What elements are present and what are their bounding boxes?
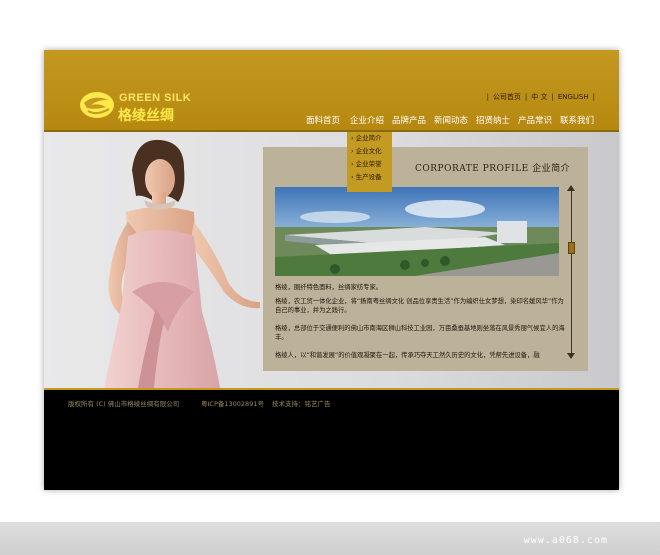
model-image xyxy=(104,139,260,388)
profile-paragraph-1: 格绫，圈纤特色面料，丝绸家纺专家。 xyxy=(275,284,383,291)
scrollbar-track[interactable] xyxy=(571,189,572,357)
top-link-english[interactable]: ENGLISH xyxy=(558,93,589,101)
profile-paragraph-2: 格绫，农工贸一体化企业，将“扬南粤丝绸文化 创品位享贵生活”作为编织仕女梦想，染… xyxy=(275,298,564,314)
footer-tech-support[interactable]: 技术支持：铭艺广告 xyxy=(272,398,331,408)
nav-item-about[interactable]: 企业介绍 xyxy=(350,114,384,126)
logo-text-cn: 格绫丝绸 xyxy=(118,108,174,124)
top-link-chinese[interactable]: 中 文 xyxy=(531,93,547,101)
header-bar: GREEN SILK 格绫丝绸 | 公司首页 | 中 文 | ENGLISH | 面料首页 … xyxy=(44,50,619,130)
logo[interactable]: GREEN SILK 格绫丝绸 xyxy=(79,90,194,124)
watermark: www.a068.com xyxy=(523,535,608,546)
nav-item-news[interactable]: 新闻动态 xyxy=(434,114,468,126)
website-frame: GREEN SILK 格绫丝绸 | 公司首页 | 中 文 | ENGLISH | 面料首页 … xyxy=(44,50,619,490)
nav-item-brand-products[interactable]: 品牌产品 xyxy=(392,114,426,126)
about-dropdown-menu: › 企业简介 › 企业文化 › 企业荣誉 › 生产设备 xyxy=(347,132,392,192)
profile-paragraph-3: 格绫，总部位于交通便利的佛山市南海区狮山科技工业园，万亩桑蚕基地则坐落在风景秀丽… xyxy=(275,325,565,341)
top-links: | 公司首页 | 中 文 | ENGLISH | xyxy=(486,93,595,101)
top-link-home[interactable]: 公司首页 xyxy=(493,93,521,101)
dropdown-item-culture[interactable]: › 企业文化 xyxy=(347,145,392,158)
logo-mark-icon xyxy=(80,92,114,118)
nav-item-careers[interactable]: 招贤纳士 xyxy=(476,114,510,126)
profile-paragraph-4: 格绫人，以“和谐发展”的价值观凝聚在一起，传承巧夺天工然久历史的文化，凭帮先进设… xyxy=(275,352,540,359)
logo-text-en: GREEN SILK xyxy=(119,92,192,104)
footer-icp[interactable]: 粤ICP备13002891号 xyxy=(201,398,264,408)
panel-title: CORPORATE PROFILE 企业简介 xyxy=(415,164,571,174)
factory-photo xyxy=(275,187,559,276)
scrollbar-thumb[interactable] xyxy=(568,242,575,254)
nav-item-product-knowledge[interactable]: 产品常识 xyxy=(518,114,552,126)
scroll-down-icon[interactable] xyxy=(567,353,575,359)
dropdown-item-company-intro[interactable]: › 企业简介 xyxy=(347,132,392,145)
nav-item-contact[interactable]: 联系我们 xyxy=(560,114,594,126)
dropdown-item-equipment[interactable]: › 生产设备 xyxy=(347,171,392,184)
footer-copyright: 版权所有 (C) 佛山市格绫丝绸有限公司 xyxy=(68,400,180,408)
dropdown-item-honors[interactable]: › 企业荣誉 xyxy=(347,158,392,171)
corporate-profile-panel: CORPORATE PROFILE 企业简介 格绫，圈纤特色面料，丝绸家纺专家。… xyxy=(263,147,588,371)
footer: 版权所有 (C) 佛山市格绫丝绸有限公司 粤ICP备13002891号 技术支持… xyxy=(44,390,619,490)
nav-item-fabric-home[interactable]: 面料首页 xyxy=(306,114,340,126)
